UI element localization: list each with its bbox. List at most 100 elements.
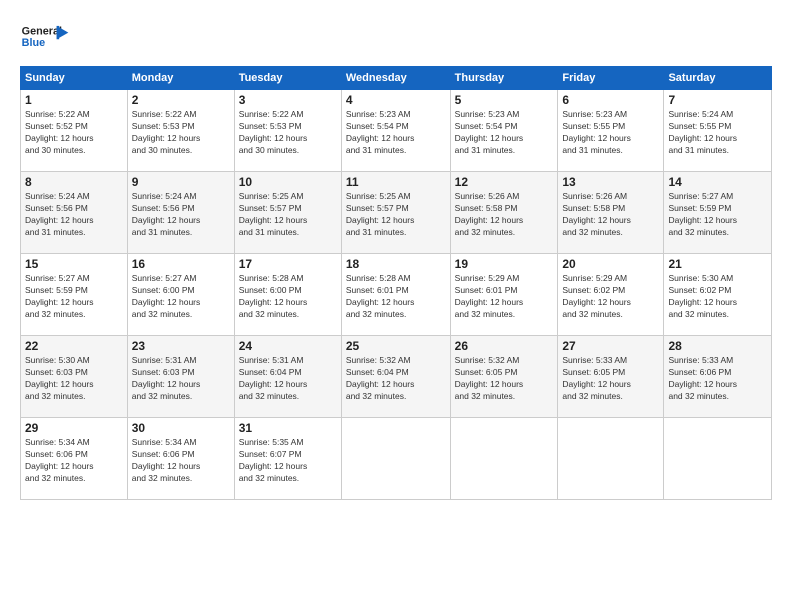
day-info: Sunrise: 5:22 AM Sunset: 5:53 PM Dayligh… — [132, 109, 230, 157]
calendar-day-5: 5 Sunrise: 5:23 AM Sunset: 5:54 PM Daylig… — [450, 90, 558, 172]
calendar-day-3: 3 Sunrise: 5:22 AM Sunset: 5:53 PM Daylig… — [234, 90, 341, 172]
day-info: Sunrise: 5:26 AM Sunset: 5:58 PM Dayligh… — [562, 191, 659, 239]
calendar-week-3: 15Sunrise: 5:27 AM Sunset: 5:59 PM Dayli… — [21, 254, 772, 336]
day-number: 1 — [25, 93, 123, 107]
weekday-header-friday: Friday — [558, 67, 664, 90]
calendar-day-22: 22Sunrise: 5:30 AM Sunset: 6:03 PM Dayli… — [21, 336, 128, 418]
day-info: Sunrise: 5:30 AM Sunset: 6:02 PM Dayligh… — [668, 273, 767, 321]
calendar-day-14: 14 Sunrise: 5:27 AM Sunset: 5:59 PM Dayli… — [664, 172, 772, 254]
calendar-week-2: 8 Sunrise: 5:24 AM Sunset: 5:56 PM Daylig… — [21, 172, 772, 254]
day-number: 5 — [455, 93, 554, 107]
empty-cell — [341, 418, 450, 500]
day-info: Sunrise: 5:22 AM Sunset: 5:53 PM Dayligh… — [239, 109, 337, 157]
day-number: 31 — [239, 421, 337, 435]
calendar-day-16: 16 Sunrise: 5:27 AM Sunset: 6:00 PM Dayli… — [127, 254, 234, 336]
logo: General Blue — [20, 18, 70, 58]
day-number: 12 — [455, 175, 554, 189]
day-number: 8 — [25, 175, 123, 189]
weekday-header-saturday: Saturday — [664, 67, 772, 90]
day-info: Sunrise: 5:28 AM Sunset: 6:00 PM Dayligh… — [239, 273, 337, 321]
calendar-table: SundayMondayTuesdayWednesdayThursdayFrid… — [20, 66, 772, 500]
day-info: Sunrise: 5:35 AM Sunset: 6:07 PM Dayligh… — [239, 437, 337, 485]
day-info: Sunrise: 5:27 AM Sunset: 5:59 PM Dayligh… — [668, 191, 767, 239]
day-number: 25 — [346, 339, 446, 353]
day-number: 6 — [562, 93, 659, 107]
calendar-day-18: 18 Sunrise: 5:28 AM Sunset: 6:01 PM Dayli… — [341, 254, 450, 336]
day-number: 2 — [132, 93, 230, 107]
calendar-day-19: 19Sunrise: 5:29 AM Sunset: 6:01 PM Dayli… — [450, 254, 558, 336]
day-number: 26 — [455, 339, 554, 353]
calendar-day-7: 7Sunrise: 5:24 AM Sunset: 5:55 PM Daylig… — [664, 90, 772, 172]
calendar-day-13: 13Sunrise: 5:26 AM Sunset: 5:58 PM Dayli… — [558, 172, 664, 254]
day-info: Sunrise: 5:24 AM Sunset: 5:56 PM Dayligh… — [132, 191, 230, 239]
weekday-header-wednesday: Wednesday — [341, 67, 450, 90]
calendar-week-4: 22Sunrise: 5:30 AM Sunset: 6:03 PM Dayli… — [21, 336, 772, 418]
day-info: Sunrise: 5:25 AM Sunset: 5:57 PM Dayligh… — [239, 191, 337, 239]
calendar-day-23: 23 Sunrise: 5:31 AM Sunset: 6:03 PM Dayli… — [127, 336, 234, 418]
day-number: 9 — [132, 175, 230, 189]
day-info: Sunrise: 5:24 AM Sunset: 5:56 PM Dayligh… — [25, 191, 123, 239]
day-number: 17 — [239, 257, 337, 271]
calendar-header-row: SundayMondayTuesdayWednesdayThursdayFrid… — [21, 67, 772, 90]
day-number: 28 — [668, 339, 767, 353]
calendar-day-17: 17 Sunrise: 5:28 AM Sunset: 6:00 PM Dayli… — [234, 254, 341, 336]
page: General Blue SundayMondayTuesdayWednesda… — [0, 0, 792, 612]
calendar-day-27: 27Sunrise: 5:33 AM Sunset: 6:05 PM Dayli… — [558, 336, 664, 418]
empty-cell — [558, 418, 664, 500]
day-info: Sunrise: 5:33 AM Sunset: 6:05 PM Dayligh… — [562, 355, 659, 403]
day-number: 21 — [668, 257, 767, 271]
day-info: Sunrise: 5:23 AM Sunset: 5:54 PM Dayligh… — [455, 109, 554, 157]
day-number: 11 — [346, 175, 446, 189]
svg-text:Blue: Blue — [22, 37, 45, 49]
day-number: 22 — [25, 339, 123, 353]
empty-cell — [450, 418, 558, 500]
weekday-header-thursday: Thursday — [450, 67, 558, 90]
day-number: 4 — [346, 93, 446, 107]
day-info: Sunrise: 5:28 AM Sunset: 6:01 PM Dayligh… — [346, 273, 446, 321]
calendar-day-11: 11 Sunrise: 5:25 AM Sunset: 5:57 PM Dayli… — [341, 172, 450, 254]
calendar-day-10: 10 Sunrise: 5:25 AM Sunset: 5:57 PM Dayli… — [234, 172, 341, 254]
day-number: 23 — [132, 339, 230, 353]
calendar-day-8: 8 Sunrise: 5:24 AM Sunset: 5:56 PM Daylig… — [21, 172, 128, 254]
calendar-day-12: 12 Sunrise: 5:26 AM Sunset: 5:58 PM Dayli… — [450, 172, 558, 254]
logo-icon: General Blue — [20, 18, 70, 58]
day-info: Sunrise: 5:29 AM Sunset: 6:02 PM Dayligh… — [562, 273, 659, 321]
day-number: 10 — [239, 175, 337, 189]
weekday-header-monday: Monday — [127, 67, 234, 90]
day-info: Sunrise: 5:23 AM Sunset: 5:54 PM Dayligh… — [346, 109, 446, 157]
day-info: Sunrise: 5:29 AM Sunset: 6:01 PM Dayligh… — [455, 273, 554, 321]
calendar-day-20: 20 Sunrise: 5:29 AM Sunset: 6:02 PM Dayli… — [558, 254, 664, 336]
day-info: Sunrise: 5:32 AM Sunset: 6:04 PM Dayligh… — [346, 355, 446, 403]
calendar-day-2: 2 Sunrise: 5:22 AM Sunset: 5:53 PM Daylig… — [127, 90, 234, 172]
day-info: Sunrise: 5:24 AM Sunset: 5:55 PM Dayligh… — [668, 109, 767, 157]
weekday-header-sunday: Sunday — [21, 67, 128, 90]
calendar-day-31: 31 Sunrise: 5:35 AM Sunset: 6:07 PM Dayli… — [234, 418, 341, 500]
day-info: Sunrise: 5:22 AM Sunset: 5:52 PM Dayligh… — [25, 109, 123, 157]
header: General Blue — [20, 18, 772, 58]
day-number: 20 — [562, 257, 659, 271]
day-number: 16 — [132, 257, 230, 271]
day-info: Sunrise: 5:31 AM Sunset: 6:04 PM Dayligh… — [239, 355, 337, 403]
calendar-day-21: 21 Sunrise: 5:30 AM Sunset: 6:02 PM Dayli… — [664, 254, 772, 336]
day-info: Sunrise: 5:25 AM Sunset: 5:57 PM Dayligh… — [346, 191, 446, 239]
day-number: 15 — [25, 257, 123, 271]
day-number: 24 — [239, 339, 337, 353]
day-info: Sunrise: 5:26 AM Sunset: 5:58 PM Dayligh… — [455, 191, 554, 239]
day-info: Sunrise: 5:27 AM Sunset: 6:00 PM Dayligh… — [132, 273, 230, 321]
day-number: 18 — [346, 257, 446, 271]
calendar-day-15: 15Sunrise: 5:27 AM Sunset: 5:59 PM Dayli… — [21, 254, 128, 336]
svg-text:General: General — [22, 25, 62, 37]
calendar-day-9: 9 Sunrise: 5:24 AM Sunset: 5:56 PM Daylig… — [127, 172, 234, 254]
day-info: Sunrise: 5:31 AM Sunset: 6:03 PM Dayligh… — [132, 355, 230, 403]
day-info: Sunrise: 5:34 AM Sunset: 6:06 PM Dayligh… — [25, 437, 123, 485]
day-number: 30 — [132, 421, 230, 435]
calendar-week-1: 1 Sunrise: 5:22 AM Sunset: 5:52 PM Daylig… — [21, 90, 772, 172]
calendar-day-25: 25 Sunrise: 5:32 AM Sunset: 6:04 PM Dayli… — [341, 336, 450, 418]
day-info: Sunrise: 5:23 AM Sunset: 5:55 PM Dayligh… — [562, 109, 659, 157]
calendar-day-28: 28Sunrise: 5:33 AM Sunset: 6:06 PM Dayli… — [664, 336, 772, 418]
calendar-day-1: 1 Sunrise: 5:22 AM Sunset: 5:52 PM Daylig… — [21, 90, 128, 172]
calendar-day-24: 24 Sunrise: 5:31 AM Sunset: 6:04 PM Dayli… — [234, 336, 341, 418]
day-info: Sunrise: 5:32 AM Sunset: 6:05 PM Dayligh… — [455, 355, 554, 403]
day-number: 3 — [239, 93, 337, 107]
day-number: 14 — [668, 175, 767, 189]
